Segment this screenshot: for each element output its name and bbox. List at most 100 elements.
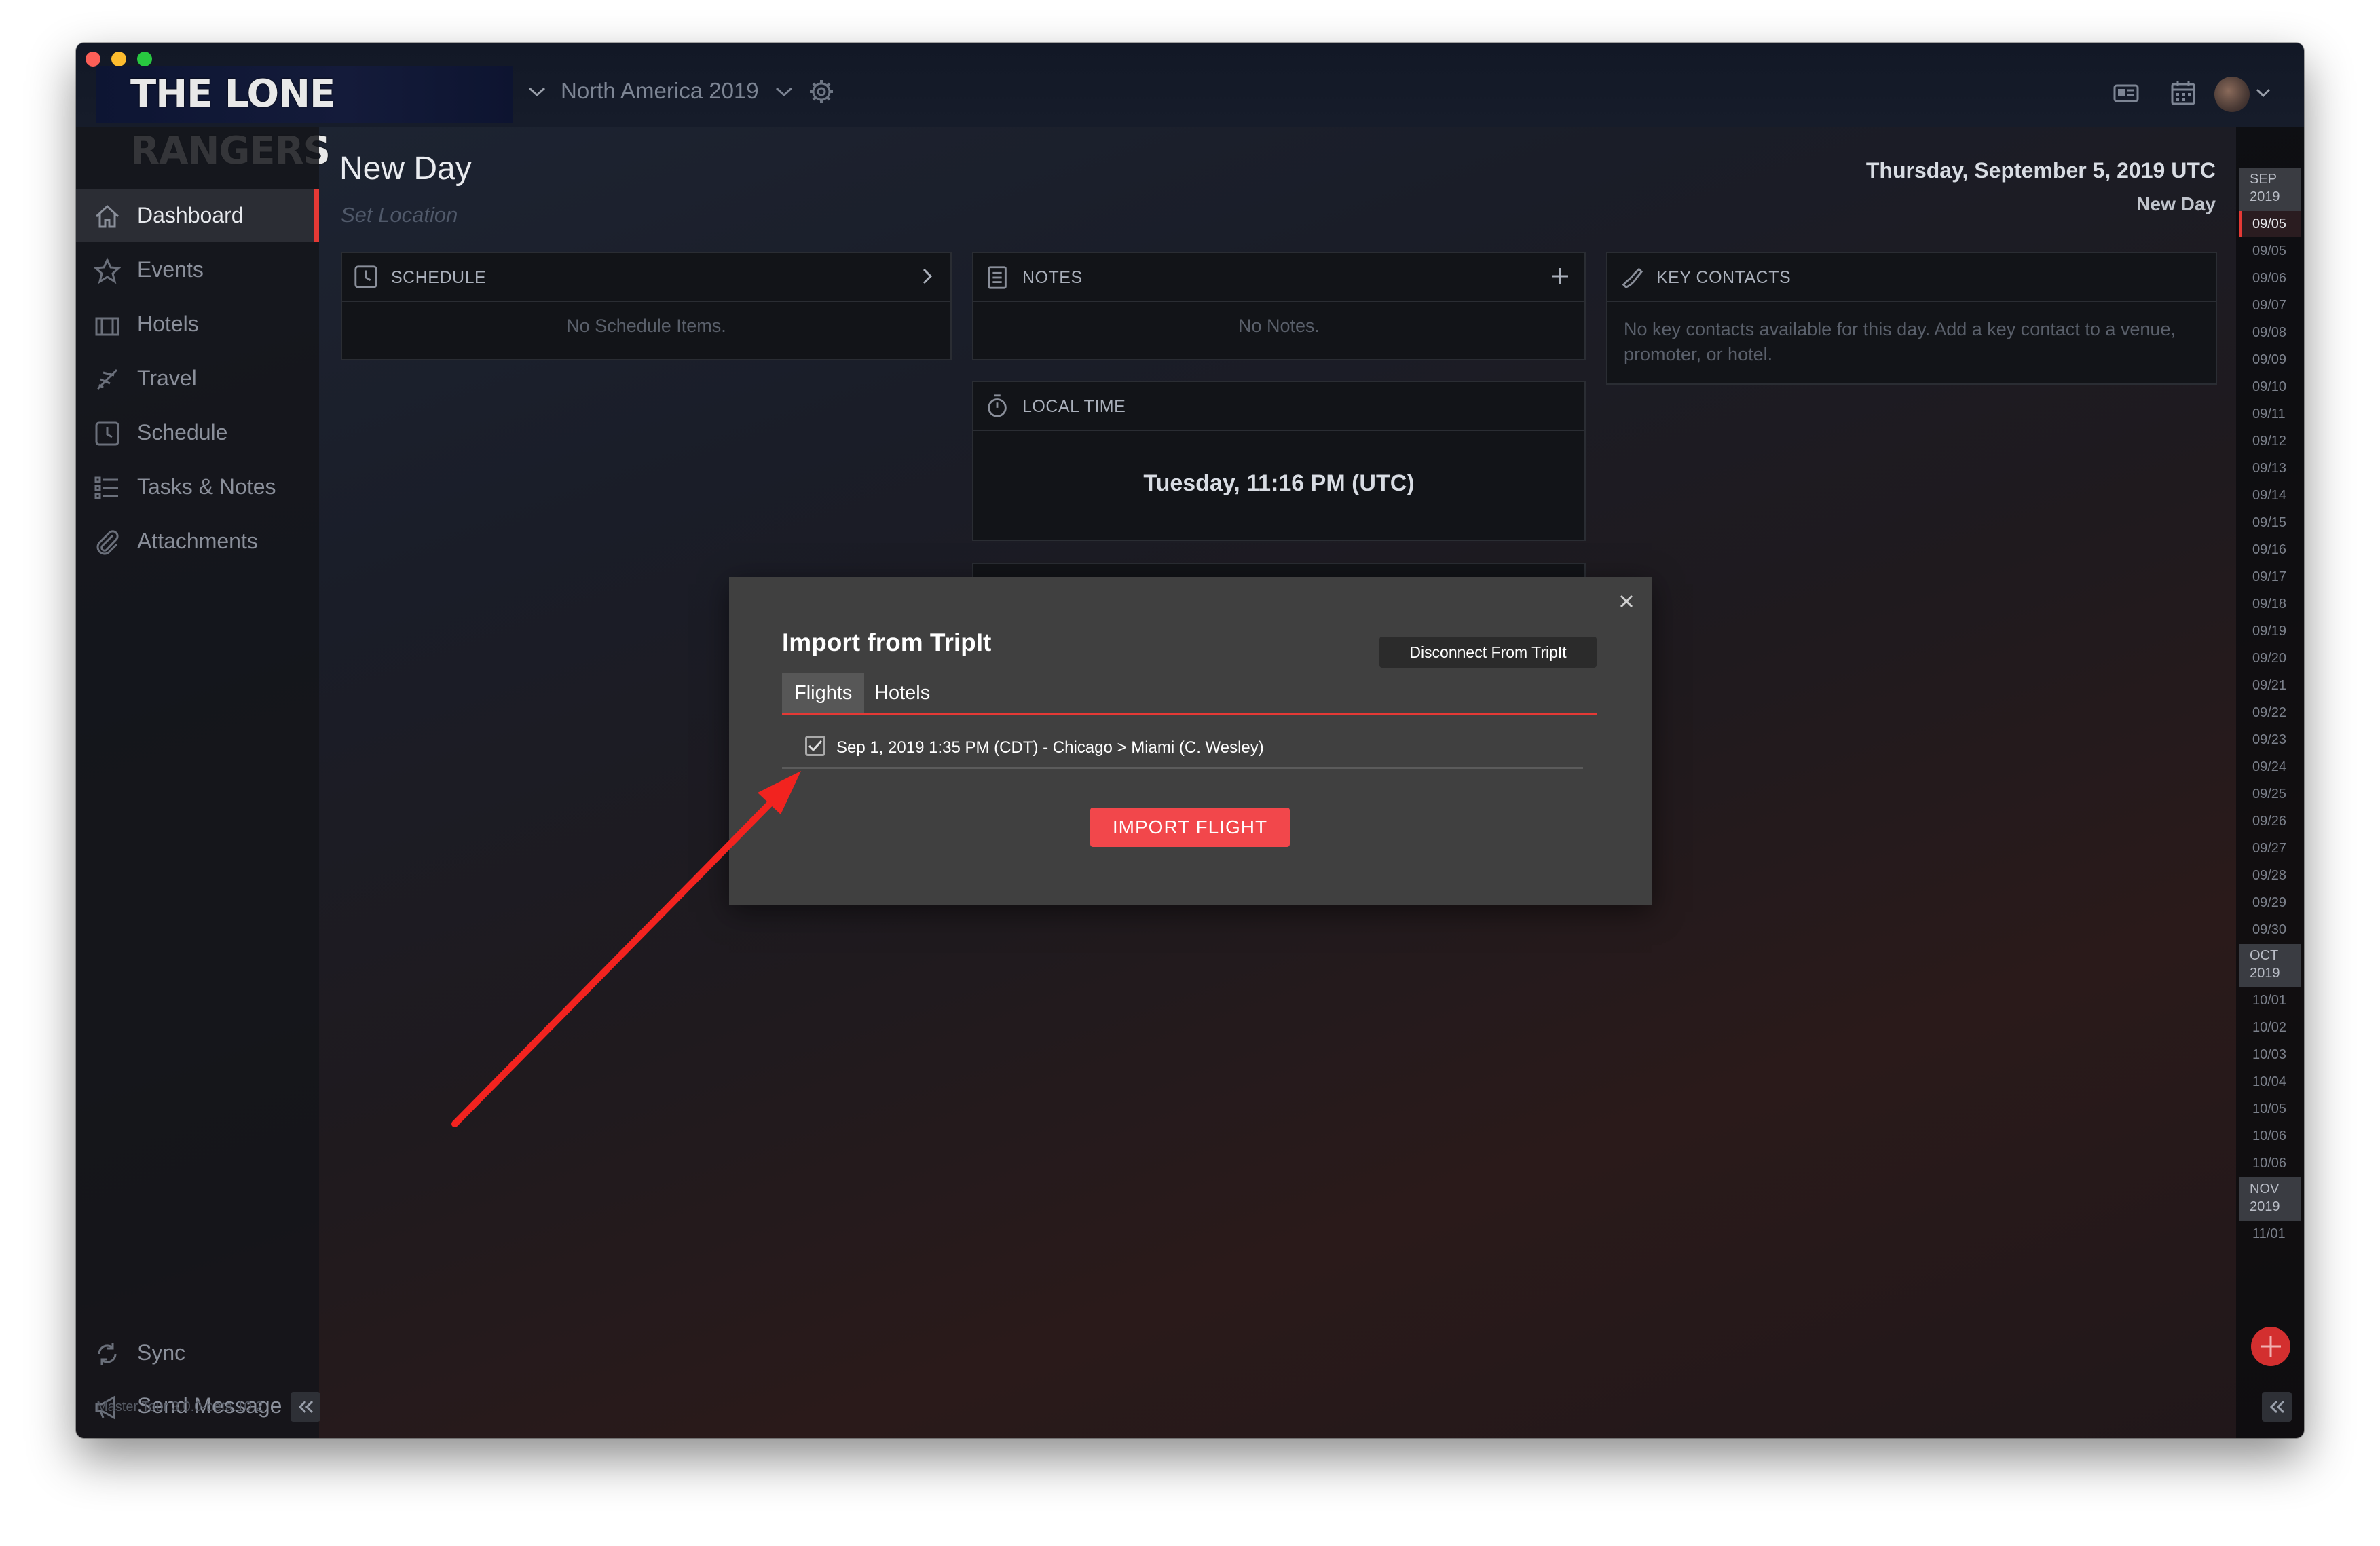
calendar-month-header: NOV 2019 [2239,1177,2301,1221]
disconnect-tripit-button[interactable]: Disconnect From TripIt [1379,637,1597,668]
empty-message: No key contacts available for this day. … [1624,319,2176,364]
calendar-day[interactable]: 09/15 [2239,510,2301,535]
calendar-day[interactable]: 09/07 [2239,293,2301,318]
list-icon [94,476,118,499]
calendar-day[interactable]: 11/01 [2239,1221,2301,1247]
card-header[interactable]: SCHEDULE [342,253,950,302]
clock-icon [95,421,119,446]
calendar-day[interactable]: 09/05 [2239,238,2301,264]
plus-icon[interactable] [1546,263,1574,290]
calendar-day[interactable]: 09/12 [2239,428,2301,454]
project-selector[interactable]: North America 2019 [561,78,759,104]
calendar-day[interactable]: 09/17 [2239,564,2301,590]
band-logo[interactable]: THE LONE RANGERS [96,66,513,173]
tab-flights[interactable]: Flights [782,673,865,713]
calendar-month-header: SEP 2019 [2239,168,2301,211]
close-window-button[interactable] [86,52,100,67]
import-flight-button[interactable]: IMPORT FLIGHT [1090,808,1290,847]
sidebar-item-schedule[interactable]: Schedule [76,407,319,459]
sidebar-item-label: Travel [137,366,197,390]
calendar-day[interactable]: 09/13 [2239,455,2301,481]
calendar-day[interactable]: 09/26 [2239,808,2301,834]
card-title: SCHEDULE [391,268,487,287]
zoom-window-button[interactable] [137,52,152,67]
calendar-day[interactable]: 09/19 [2239,618,2301,644]
local-time-value: Tuesday, 11:16 PM (UTC) [1143,470,1415,496]
checkmark-icon [808,740,823,752]
sidebar-item-dashboard[interactable]: Dashboard [76,189,319,242]
calendar-day[interactable]: 09/05 [2239,211,2301,237]
calendar-day[interactable]: 10/02 [2239,1015,2301,1040]
tab-hotels[interactable]: Hotels [862,673,942,713]
calendar-day[interactable]: 09/27 [2239,835,2301,861]
calendar-day[interactable]: 09/23 [2239,727,2301,753]
chevron-down-icon[interactable] [527,85,547,98]
calendar-day[interactable]: 09/29 [2239,890,2301,916]
chevron-down-icon[interactable] [2255,88,2271,98]
calendar-day[interactable]: 09/20 [2239,645,2301,671]
contact-card-icon[interactable] [2113,79,2140,107]
calendar-day[interactable]: 09/09 [2239,347,2301,373]
plane-icon [96,369,118,390]
month-year: 2019 [2250,1199,2280,1214]
star-icon [94,257,121,284]
gear-icon[interactable] [808,78,835,105]
user-avatar[interactable] [2214,77,2250,112]
sidebar-item-hotels[interactable]: Hotels [76,298,319,351]
calendar-day[interactable]: 09/10 [2239,374,2301,400]
calendar-day[interactable]: 09/06 [2239,265,2301,291]
calendar-day[interactable]: 09/25 [2239,781,2301,807]
chevron-down-icon[interactable] [774,85,794,98]
paperclip-icon [96,530,119,555]
month-label: NOV [2250,1182,2280,1196]
sidebar-item-attachments[interactable]: Attachments [76,515,319,568]
card-title: NOTES [1022,268,1083,287]
calendar-day[interactable]: 09/14 [2239,483,2301,508]
sidebar-item-sync[interactable]: Sync [76,1327,319,1380]
collapse-sidebar-button[interactable] [291,1392,320,1422]
local-time-card: LOCAL TIME Tuesday, 11:16 PM (UTC) [972,381,1586,541]
calendar-day[interactable]: 10/03 [2239,1042,2301,1068]
calendar-day[interactable]: 10/04 [2239,1069,2301,1095]
home-icon [95,204,119,228]
month-year: 2019 [2250,189,2280,204]
tab-underline [782,713,1597,715]
calendar-day[interactable]: 10/01 [2239,987,2301,1013]
sidebar: Dashboard Events Hotels Travel Schedule … [76,127,320,1438]
sidebar-item-label: Sync [137,1340,186,1365]
calendar-day[interactable]: 10/06 [2239,1123,2301,1149]
sidebar-item-tasks-notes[interactable]: Tasks & Notes [76,461,319,514]
calendar-day[interactable]: 09/21 [2239,673,2301,698]
calendar-day[interactable]: 09/18 [2239,591,2301,617]
month-year: 2019 [2250,966,2280,981]
sidebar-item-label: Schedule [137,420,228,445]
chevron-right-icon[interactable] [915,263,940,290]
calendar-day[interactable]: 09/16 [2239,537,2301,563]
card-title: KEY CONTACTS [1656,268,1791,287]
clock-icon [354,265,377,288]
sidebar-item-label: Hotels [137,312,199,336]
set-location-link[interactable]: Set Location [341,203,458,227]
empty-message: No Schedule Items. [566,316,726,336]
calendar-day[interactable]: 10/06 [2239,1150,2301,1176]
calendar-day[interactable]: 10/05 [2239,1096,2301,1122]
calendar-icon[interactable] [2170,79,2197,107]
calendar-day[interactable]: 09/08 [2239,320,2301,345]
calendar-month-header: OCT 2019 [2239,944,2301,987]
close-icon[interactable] [1613,588,1640,615]
card-header: NOTES [973,253,1584,302]
calendar-day[interactable]: 09/28 [2239,863,2301,888]
minimize-window-button[interactable] [111,52,126,67]
flight-row[interactable]: Sep 1, 2019 1:35 PM (CDT) - Chicago > Mi… [782,728,1583,769]
collapse-calendar-button[interactable] [2262,1392,2292,1422]
schedule-card: SCHEDULE No Schedule Items. [341,252,952,360]
sidebar-item-travel[interactable]: Travel [76,352,319,405]
calendar-day[interactable]: 09/30 [2239,917,2301,943]
calendar-day[interactable]: 09/11 [2239,401,2301,427]
month-label: SEP [2250,172,2277,187]
calendar-day[interactable]: 09/22 [2239,700,2301,725]
add-button[interactable] [2251,1327,2290,1366]
sidebar-item-events[interactable]: Events [76,244,319,297]
flight-checkbox[interactable] [805,736,825,756]
calendar-day[interactable]: 09/24 [2239,754,2301,780]
